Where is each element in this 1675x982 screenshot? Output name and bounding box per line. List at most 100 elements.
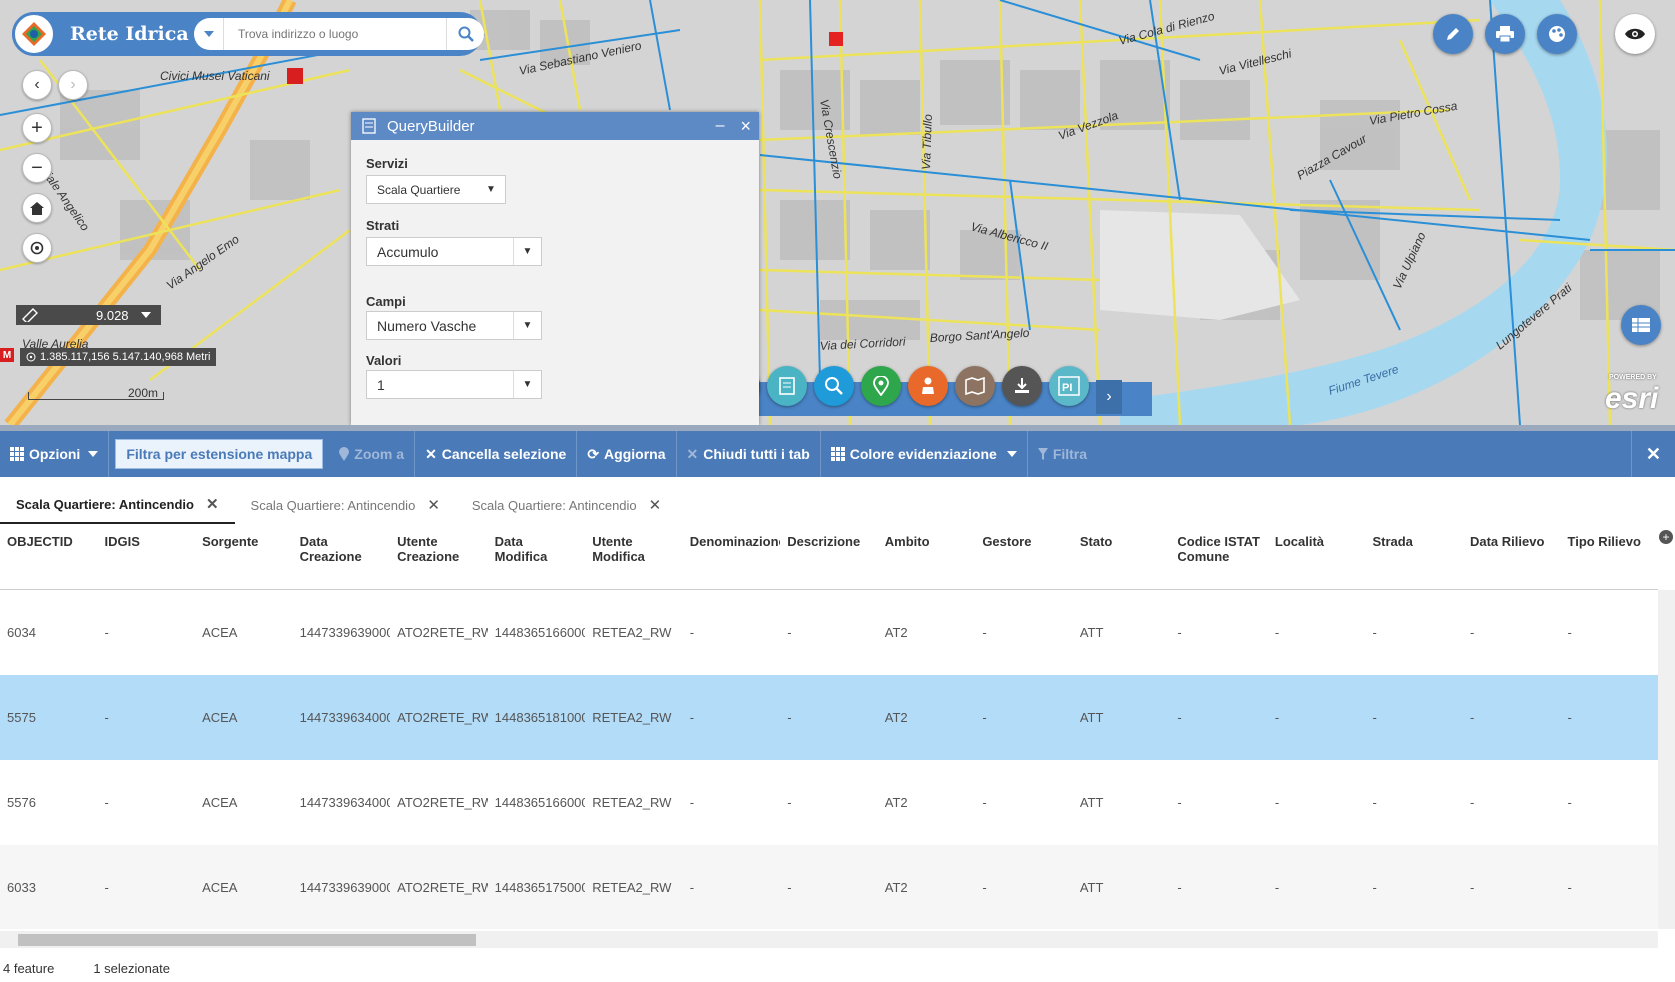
vertical-scrollbar[interactable] bbox=[1658, 590, 1675, 929]
horizontal-scrollbar[interactable] bbox=[0, 931, 1658, 948]
column-header[interactable]: Stato bbox=[1073, 524, 1171, 589]
column-header[interactable]: Strada bbox=[1365, 524, 1463, 589]
opzioni-menu[interactable]: Opzioni bbox=[0, 431, 110, 477]
strati-value: Accumulo bbox=[377, 243, 439, 260]
map-pin-icon bbox=[873, 376, 889, 396]
table-cell: 1448365166000 bbox=[494, 795, 586, 810]
table-cell: - bbox=[1567, 880, 1572, 895]
toolbar-next-button[interactable]: › bbox=[1096, 380, 1122, 414]
svg-text:Civici Musei Vaticani: Civici Musei Vaticani bbox=[160, 69, 270, 83]
column-header[interactable]: Codice ISTAT Comune bbox=[1170, 524, 1268, 589]
close-button[interactable]: × bbox=[740, 116, 751, 137]
basemap-tool[interactable] bbox=[955, 366, 995, 406]
querybuilder-header[interactable]: QueryBuilder – × bbox=[351, 112, 759, 140]
table-cell: - bbox=[787, 710, 792, 725]
attribute-table-button[interactable] bbox=[1621, 305, 1661, 345]
close-icon[interactable]: ✕ bbox=[649, 496, 662, 514]
scrollbar-thumb[interactable] bbox=[18, 934, 476, 946]
close-icon[interactable]: ✕ bbox=[206, 495, 219, 513]
column-header[interactable]: Località bbox=[1268, 524, 1366, 589]
table-row[interactable]: 6033 - ACEA 1447339639000 ATO2RETE_RW 1448365… bbox=[0, 845, 1658, 929]
next-extent-button[interactable]: › bbox=[58, 70, 88, 100]
column-header[interactable]: Data Modifica bbox=[488, 524, 586, 589]
campi-select[interactable]: Numero Vasche ▼ bbox=[366, 311, 542, 340]
tab-antincendio-3[interactable]: Scala Quartiere: Antincendio ✕ bbox=[456, 486, 677, 524]
close-icon[interactable]: ✕ bbox=[427, 496, 440, 514]
table-row[interactable]: 5575 - ACEA 1447339634000 ATO2RETE_RW 1448365… bbox=[0, 675, 1658, 760]
filtra-button[interactable]: Filtra bbox=[1028, 431, 1097, 477]
column-header[interactable]: Ambito bbox=[878, 524, 976, 589]
column-header[interactable]: Gestore bbox=[975, 524, 1073, 589]
home-button[interactable] bbox=[22, 193, 52, 223]
table-cell: 1447339634000 bbox=[299, 710, 391, 725]
zoom-in-button[interactable]: + bbox=[22, 113, 52, 143]
print-button[interactable] bbox=[1485, 14, 1525, 54]
locate-button[interactable] bbox=[22, 233, 52, 263]
eye-icon bbox=[1625, 28, 1645, 40]
zoom-label: Zoom a bbox=[354, 446, 405, 462]
table-cell: - bbox=[1177, 710, 1182, 725]
filtra-estensione-toggle[interactable]: Filtra per estensione mappa bbox=[115, 439, 324, 469]
layers-button[interactable] bbox=[1537, 14, 1577, 54]
cancella-selezione-button[interactable]: ✕ Cancella selezione bbox=[415, 431, 578, 477]
chiudi-tab-button[interactable]: ✕ Chiudi tutti i tab bbox=[677, 431, 821, 477]
column-header[interactable]: Data Rilievo bbox=[1463, 524, 1561, 589]
aggiorna-button[interactable]: ⟳ Aggiorna bbox=[577, 431, 677, 477]
metro-icon: M bbox=[0, 348, 14, 362]
download-tool[interactable] bbox=[1002, 366, 1042, 406]
visibility-button[interactable] bbox=[1615, 14, 1655, 54]
user-tool[interactable] bbox=[908, 366, 948, 406]
column-header[interactable]: OBJECTID bbox=[0, 524, 98, 589]
column-header[interactable]: Data Creazione bbox=[293, 524, 391, 589]
strati-select[interactable]: Accumulo ▼ bbox=[366, 237, 542, 266]
locate-tool[interactable] bbox=[861, 366, 901, 406]
column-header[interactable]: IDGIS bbox=[98, 524, 196, 589]
table-header-row: OBJECTID IDGIS Sorgente Data Creazione Utent… bbox=[0, 524, 1658, 590]
querybuilder-title: QueryBuilder bbox=[387, 117, 475, 135]
valori-select[interactable]: 1 ▼ bbox=[366, 370, 542, 399]
column-header[interactable]: Descrizione bbox=[780, 524, 878, 589]
filter-icon bbox=[1037, 448, 1048, 460]
servizi-select[interactable]: Scala Quartiere ▼ bbox=[366, 175, 506, 204]
refresh-icon: ⟳ bbox=[587, 445, 600, 462]
search-tool[interactable] bbox=[814, 366, 854, 406]
tab-antincendio-1[interactable]: Scala Quartiere: Antincendio ✕ bbox=[0, 486, 235, 524]
table-cell: ATO2RETE_RW bbox=[397, 795, 488, 810]
table-row[interactable]: 6034 - ACEA 1447339639000 ATO2RETE_RW 1448365… bbox=[0, 590, 1658, 675]
scale-selector[interactable]: 9.028 bbox=[16, 305, 161, 325]
cancella-label: Cancella selezione bbox=[441, 446, 567, 462]
table-cell: - bbox=[689, 795, 695, 810]
column-header[interactable]: Sorgente bbox=[195, 524, 293, 589]
minimize-button[interactable]: – bbox=[716, 117, 725, 135]
search-input[interactable] bbox=[224, 27, 446, 41]
chevron-left-icon: ‹ bbox=[34, 76, 40, 93]
map-view[interactable]: Via Sebastiano Veniero Via Vitelleschi V… bbox=[0, 0, 1675, 425]
previous-extent-button[interactable]: ‹ bbox=[22, 70, 52, 100]
pi-tool[interactable]: PI bbox=[1049, 366, 1089, 406]
servizi-value: Scala Quartiere bbox=[377, 182, 461, 197]
map-pin-icon bbox=[339, 447, 350, 461]
edit-button[interactable] bbox=[1433, 14, 1473, 54]
search-button[interactable] bbox=[446, 18, 484, 50]
zoom-out-button[interactable]: − bbox=[22, 153, 52, 183]
column-header[interactable]: Utente Creazione bbox=[390, 524, 488, 589]
column-header[interactable]: Utente Modifica bbox=[585, 524, 683, 589]
search-icon bbox=[825, 377, 843, 395]
chevron-down-icon bbox=[203, 31, 214, 37]
column-header[interactable]: Tipo Rilievo bbox=[1561, 524, 1659, 589]
column-chooser-icon[interactable]: + bbox=[1659, 530, 1673, 544]
zoom-button[interactable]: Zoom a bbox=[329, 431, 416, 477]
close-table-button[interactable]: ✕ bbox=[1630, 431, 1675, 477]
table-cell: ATT bbox=[1079, 795, 1104, 810]
tab-antincendio-2[interactable]: Scala Quartiere: Antincendio ✕ bbox=[235, 486, 456, 524]
table-row[interactable]: 5576 - ACEA 1447339634000 ATO2RETE_RW 1448365… bbox=[0, 760, 1658, 845]
query-tool[interactable] bbox=[767, 366, 807, 406]
table-cell: - bbox=[104, 880, 109, 895]
map-icon bbox=[965, 377, 985, 395]
search-source-dropdown[interactable] bbox=[194, 18, 224, 50]
download-icon bbox=[1015, 378, 1029, 393]
coordinates-text: 1.385.117,156 5.147.140,968 Metri bbox=[40, 351, 211, 363]
column-header[interactable]: Denominazione bbox=[683, 524, 781, 589]
colore-evidenziazione-menu[interactable]: Colore evidenziazione bbox=[821, 431, 1028, 477]
table-cell: - bbox=[1274, 880, 1280, 895]
